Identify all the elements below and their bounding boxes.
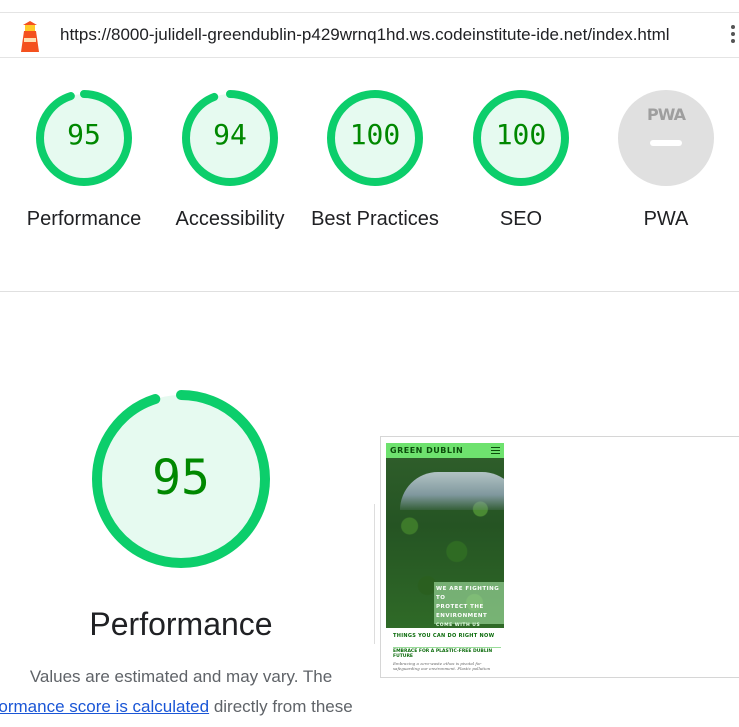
section-heading: THINGS YOU CAN DO RIGHT NOW (393, 633, 495, 639)
address-bar[interactable]: https://8000-julidell-greendublin-p429wr… (0, 12, 739, 58)
lighthouse-icon (21, 21, 39, 52)
score-calculation-link[interactable]: rformance score is calculated (0, 697, 209, 716)
hero-text: ENVIRONMENT (436, 613, 488, 619)
final-screenshot[interactable]: GREEN DUBLIN WE ARE FIGHTING TO PROTECT … (386, 443, 504, 673)
hamburger-menu-icon (491, 447, 500, 454)
gauge-score: 95 (67, 118, 101, 151)
hero-overlay: WE ARE FIGHTING TO PROTECT THE ENVIRONME… (434, 582, 504, 628)
performance-description: Values are estimated and may vary. The (29, 667, 333, 686)
divider-line (374, 504, 375, 644)
performance-gauge-large: 95 (90, 388, 272, 570)
pwa-badge-text: PWA (646, 105, 686, 124)
hero-subtext: COME WITH US (436, 623, 481, 628)
description-suffix: directly from these (209, 697, 353, 716)
gauge-label: Best Practices (311, 208, 439, 230)
hero-text: PROTECT THE (436, 604, 484, 610)
gauge-score: 94 (213, 118, 247, 151)
card-heading: EMBRACE FOR A PLASTIC-FREE DUBLIN FUTURE (393, 647, 501, 659)
pwa-badge-icon (618, 90, 714, 186)
card-text: Embracing a zero-waste ethos is pivotal … (393, 661, 491, 671)
section-divider (0, 291, 739, 292)
earth-image (400, 472, 504, 510)
performance-title: Performance (89, 606, 273, 642)
gauge-label: Accessibility (175, 208, 285, 230)
pwa-dash-icon (650, 140, 682, 146)
gauge-score: 100 (495, 118, 547, 151)
hero-text: WE ARE FIGHTING TO (436, 586, 500, 601)
url-text[interactable]: https://8000-julidell-greendublin-p429wr… (60, 25, 670, 45)
more-options-icon[interactable] (731, 23, 739, 49)
site-navbar: GREEN DUBLIN (386, 443, 504, 458)
site-brand: GREEN DUBLIN (390, 446, 464, 455)
hero-forest-image: WE ARE FIGHTING TO PROTECT THE ENVIRONME… (386, 458, 504, 628)
gauge-label: PWA (643, 208, 689, 230)
gauge-score: 100 (349, 118, 401, 151)
performance-description-line2: rformance score is calculated directly f… (0, 697, 353, 717)
performance-score: 95 (152, 450, 210, 506)
